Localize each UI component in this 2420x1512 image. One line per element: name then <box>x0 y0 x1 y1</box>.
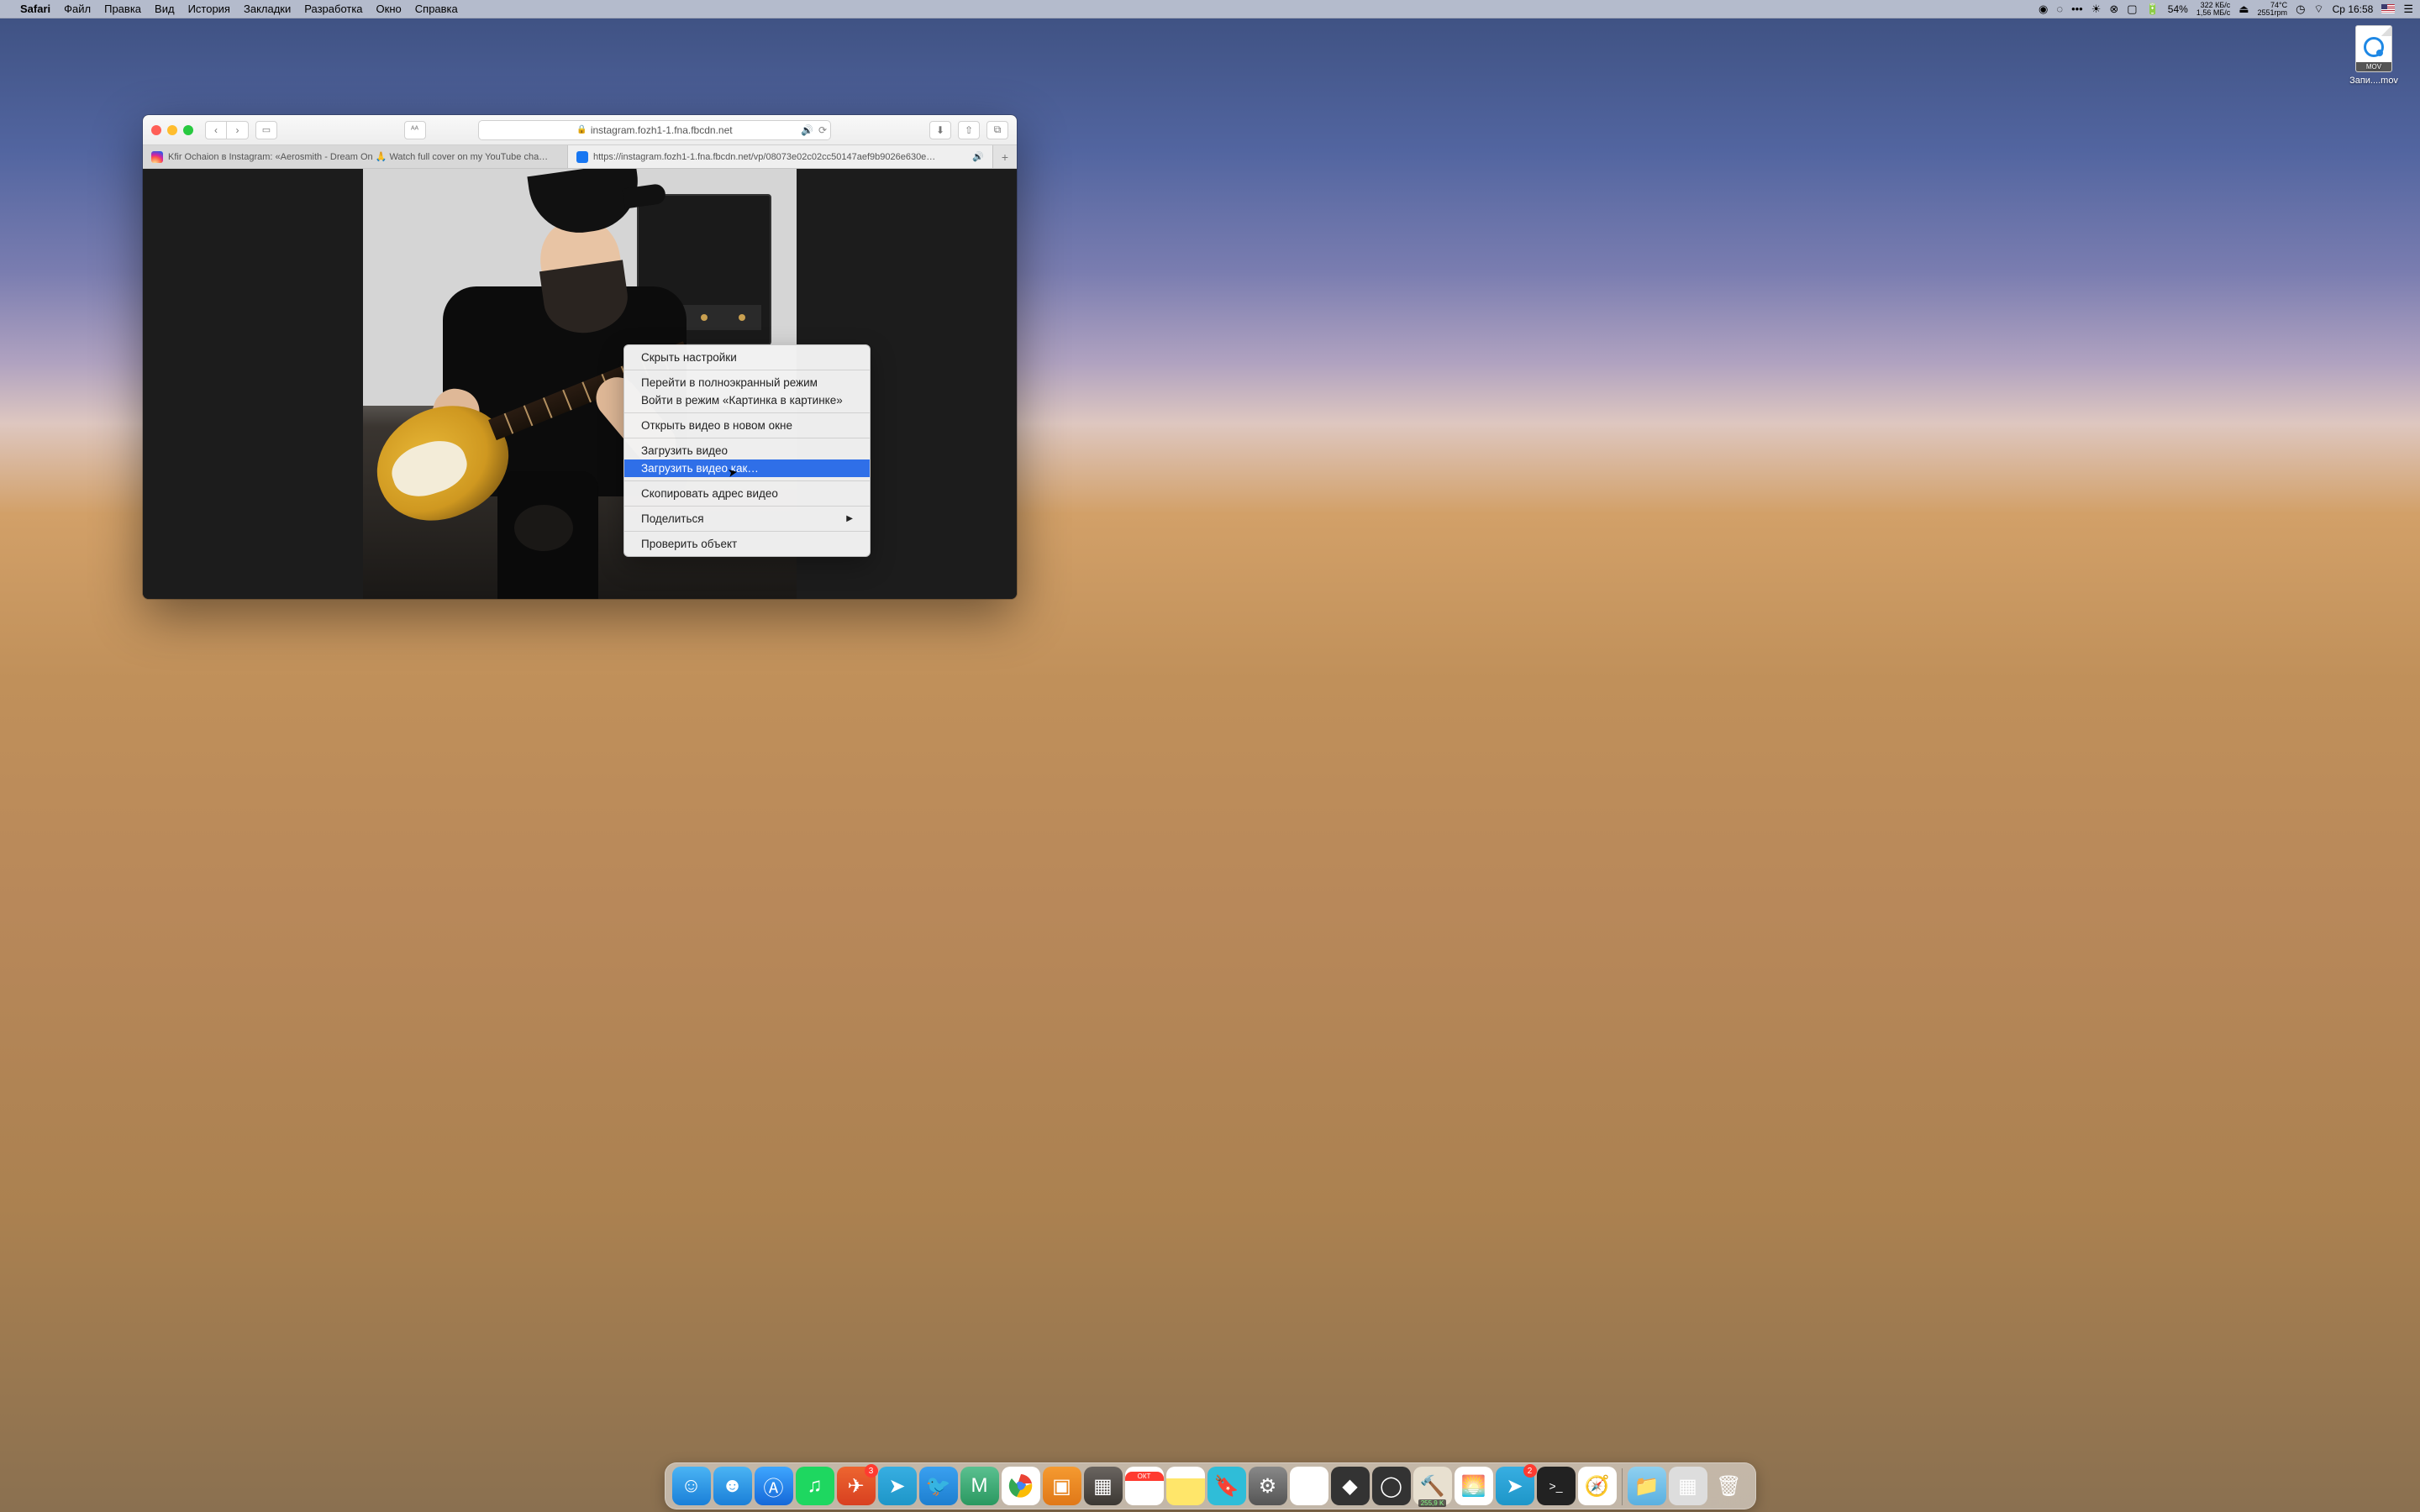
window-close-button[interactable] <box>151 125 161 135</box>
new-tab-button[interactable]: + <box>993 145 1017 168</box>
statusbar-clock-icon[interactable]: ◷ <box>2296 3 2305 16</box>
statusbar-eject-icon[interactable]: ⏏ <box>2238 3 2249 16</box>
ctx-inspect-element[interactable]: Проверить объект <box>624 535 870 553</box>
site-settings-button[interactable]: ᴬᴬ <box>404 121 426 139</box>
statusbar-droplet-icon[interactable]: ◌ <box>2056 3 2063 15</box>
dock-app-box[interactable]: ▦ <box>1084 1467 1123 1505</box>
statusbar-rect-icon[interactable]: ▢ <box>2127 3 2137 16</box>
address-url: instagram.fozh1-1.fna.fbcdn.net <box>591 124 733 136</box>
dock-telegram-2[interactable]: ➤2 <box>1496 1467 1534 1505</box>
dock-gp[interactable]: gp <box>1290 1467 1328 1505</box>
downloads-button[interactable]: ⬇ <box>929 121 951 139</box>
menu-help[interactable]: Справка <box>415 3 458 15</box>
context-menu: Скрыть настройки Перейти в полноэкранный… <box>623 344 871 557</box>
instagram-favicon <box>151 151 163 163</box>
facebook-favicon <box>576 151 588 163</box>
statusbar-battery-icon[interactable]: 🔋 <box>2146 3 2160 16</box>
dock-finder[interactable]: ☺ <box>672 1467 711 1505</box>
dock-calendar[interactable]: ОКТ17 <box>1125 1467 1164 1505</box>
dock-xcode[interactable]: 🔨255,9 K <box>1413 1467 1452 1505</box>
ctx-fullscreen[interactable]: Перейти в полноэкранный режим <box>624 374 870 391</box>
tabs-overview-button[interactable]: ⧉ <box>986 121 1008 139</box>
statusbar-wifi-icon[interactable]: ⌔ <box>2313 3 2323 16</box>
dock-cinema4d[interactable]: ◯ <box>1372 1467 1411 1505</box>
dock-separator <box>1622 1468 1623 1505</box>
cursor-icon: ➤ <box>727 465 739 480</box>
dock-app-orange[interactable]: ▣ <box>1043 1467 1081 1505</box>
dock-chrome[interactable] <box>1002 1467 1040 1505</box>
desktop-file[interactable]: MOV Запи....mov <box>2344 25 2403 86</box>
safari-window: ‹ › ▭ ᴬᴬ 🔒 instagram.fozh1-1.fna.fbcdn.n… <box>143 115 1017 599</box>
dock-spotify[interactable]: ♫ <box>796 1467 834 1505</box>
statusbar-datetime[interactable]: Ср 16:58 <box>2333 3 2374 15</box>
statusbar-shield-icon[interactable]: ⊗ <box>2109 3 2118 16</box>
ctx-copy-video-address[interactable]: Скопировать адрес видео <box>624 485 870 502</box>
page-content[interactable] <box>143 169 1017 599</box>
statusbar-temp: 74°C2551rpm <box>2258 2 2288 17</box>
sidebar-button[interactable]: ▭ <box>255 121 277 139</box>
tab-2[interactable]: https://instagram.fozh1-1.fna.fbcdn.net/… <box>568 145 993 168</box>
lock-icon: 🔒 <box>576 125 587 134</box>
dock-app-dark[interactable]: ◆ <box>1331 1467 1370 1505</box>
desktop-file-label: Запи....mov <box>2344 76 2403 86</box>
dock: ☺ ☻ Ⓐ ♫ ✈3 ➤ 🐦 M ▣ ▦ ОКТ17 🔖 ⚙ gp ◆ ◯ 🔨2… <box>0 1462 2420 1509</box>
window-zoom-button[interactable] <box>183 125 193 135</box>
menu-history[interactable]: История <box>188 3 230 15</box>
ctx-download-video[interactable]: Загрузить видео <box>624 442 870 459</box>
ctx-hide-controls[interactable]: Скрыть настройки <box>624 349 870 366</box>
quicktime-icon <box>2364 37 2384 57</box>
dock-mail[interactable]: ✈3 <box>837 1467 876 1505</box>
dock-terminal[interactable]: >_ <box>1537 1467 1576 1505</box>
statusbar-screenrec-icon[interactable]: ◉ <box>2039 3 2048 16</box>
menu-view[interactable]: Вид <box>155 3 175 15</box>
statusbar-sun-icon[interactable]: ☀︎ <box>2091 3 2102 16</box>
dock-trash[interactable]: 🗑 <box>1710 1467 1749 1505</box>
safari-toolbar: ‹ › ▭ ᴬᴬ 🔒 instagram.fozh1-1.fna.fbcdn.n… <box>143 115 1017 145</box>
ctx-pip[interactable]: Войти в режим «Картинка в картинке» <box>624 391 870 409</box>
ctx-separator <box>624 480 870 481</box>
menu-window[interactable]: Окно <box>376 3 402 15</box>
menu-edit[interactable]: Правка <box>104 3 141 15</box>
statusbar-input-flag[interactable] <box>2381 4 2395 13</box>
submenu-arrow-icon: ▶ <box>846 514 853 523</box>
dock-telegram[interactable]: ➤ <box>878 1467 917 1505</box>
ctx-separator <box>624 531 870 532</box>
tab-bar: Kfir Ochaion в Instagram: «Aerosmith - D… <box>143 145 1017 169</box>
menu-bar: Safari Файл Правка Вид История Закладки … <box>0 0 2420 18</box>
mute-icon[interactable]: 🔊 <box>801 124 813 136</box>
reload-icon[interactable]: ⟳ <box>818 124 827 136</box>
address-bar[interactable]: 🔒 instagram.fozh1-1.fna.fbcdn.net 🔊 ⟳ <box>478 120 831 140</box>
app-menu[interactable]: Safari <box>20 3 50 15</box>
dock-notes[interactable] <box>1166 1467 1205 1505</box>
menu-bookmarks[interactable]: Закладки <box>244 3 291 15</box>
statusbar-network-speed: 322 КБ/с1,56 МБ/с <box>2196 2 2230 17</box>
window-minimize-button[interactable] <box>167 125 177 135</box>
dock-launchpad[interactable]: ▦ <box>1669 1467 1707 1505</box>
dock-settings[interactable]: ⚙ <box>1249 1467 1287 1505</box>
ctx-share[interactable]: Поделиться▶ <box>624 510 870 528</box>
dock-photos[interactable]: 🌅 <box>1455 1467 1493 1505</box>
forward-button[interactable]: › <box>227 121 249 139</box>
menu-file[interactable]: Файл <box>64 3 91 15</box>
dock-twitter[interactable]: 🐦 <box>919 1467 958 1505</box>
ctx-separator <box>624 506 870 507</box>
statusbar-battery-pct: 54% <box>2168 3 2188 15</box>
dock-messenger[interactable]: M <box>960 1467 999 1505</box>
tab-audio-icon[interactable]: 🔊 <box>972 151 984 162</box>
dock-safari[interactable]: 🧭 <box>1578 1467 1617 1505</box>
tab-1[interactable]: Kfir Ochaion в Instagram: «Aerosmith - D… <box>143 145 568 168</box>
back-button[interactable]: ‹ <box>205 121 227 139</box>
dock-appstore[interactable]: Ⓐ <box>755 1467 793 1505</box>
dock-finder-2[interactable]: ☻ <box>713 1467 752 1505</box>
dock-folder[interactable]: 📁 <box>1628 1467 1666 1505</box>
share-button[interactable]: ⇧ <box>958 121 980 139</box>
menu-develop[interactable]: Разработка <box>304 3 362 15</box>
dock-bookmark[interactable]: 🔖 <box>1207 1467 1246 1505</box>
ctx-open-new-window[interactable]: Открыть видео в новом окне <box>624 417 870 434</box>
ctx-download-video-as[interactable]: Загрузить видео как… <box>624 459 870 477</box>
ctx-separator <box>624 412 870 413</box>
statusbar-more-icon[interactable]: ••• <box>2071 3 2083 15</box>
statusbar-notification-icon[interactable]: ☰ <box>2403 3 2413 16</box>
